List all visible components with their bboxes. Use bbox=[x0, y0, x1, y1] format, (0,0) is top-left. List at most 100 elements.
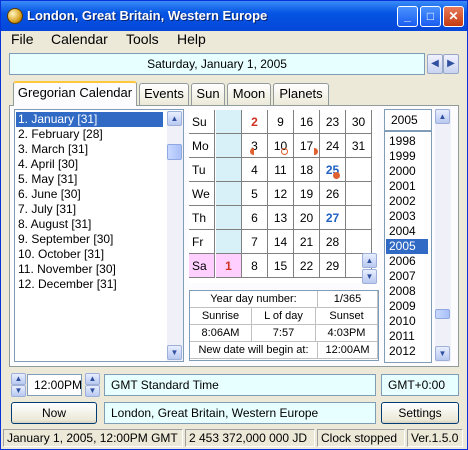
month-scrollbar[interactable]: ▲ ▼ bbox=[167, 111, 183, 361]
month-item[interactable]: 2. February [28] bbox=[16, 127, 163, 142]
scroll-up-icon[interactable]: ▲ bbox=[435, 109, 450, 124]
week-scroll-down-icon[interactable]: ▼ bbox=[362, 269, 377, 284]
day-cell[interactable]: 26 bbox=[320, 182, 346, 206]
scroll-thumb[interactable] bbox=[167, 144, 182, 160]
prev-date-button[interactable]: ◀ bbox=[427, 54, 443, 74]
year-item[interactable]: 2004 bbox=[386, 224, 428, 239]
length-of-day-label: L of day bbox=[252, 308, 316, 325]
day-cell[interactable]: 15 bbox=[268, 254, 294, 278]
month-item[interactable]: 3. March [31] bbox=[16, 142, 163, 157]
minute-down-icon[interactable]: ▼ bbox=[85, 385, 100, 397]
menu-file[interactable]: File bbox=[11, 31, 34, 48]
year-item[interactable]: 2009 bbox=[386, 299, 428, 314]
month-item[interactable]: 9. September [30] bbox=[16, 232, 163, 247]
menu-tools[interactable]: Tools bbox=[126, 31, 159, 48]
month-list[interactable]: 1. January [31] 2. February [28] 3. Marc… bbox=[14, 109, 184, 362]
year-item[interactable]: 2008 bbox=[386, 284, 428, 299]
day-cell[interactable]: 27 bbox=[320, 206, 346, 230]
day-cell[interactable]: 14 bbox=[268, 230, 294, 254]
day-cell[interactable]: 7 bbox=[242, 230, 268, 254]
month-item[interactable]: 7. July [31] bbox=[16, 202, 163, 217]
tab-gregorian-calendar[interactable]: Gregorian Calendar bbox=[13, 81, 137, 106]
day-cell[interactable]: 29 bbox=[320, 254, 346, 278]
year-item[interactable]: 2001 bbox=[386, 179, 428, 194]
tab-planets[interactable]: Planets bbox=[273, 83, 329, 105]
month-item[interactable]: 5. May [31] bbox=[16, 172, 163, 187]
tab-events[interactable]: Events bbox=[139, 83, 189, 105]
month-item[interactable]: 11. November [30] bbox=[16, 262, 163, 277]
year-list[interactable]: 1998 1999 2000 2001 2002 2003 2004 2005 2006 2007… bbox=[384, 131, 432, 363]
day-cell[interactable]: 10 bbox=[268, 134, 294, 158]
month-item[interactable]: 8. August [31] bbox=[16, 217, 163, 232]
day-cell[interactable]: 31 bbox=[346, 134, 372, 158]
year-item[interactable]: 2012 bbox=[386, 344, 428, 359]
month-item[interactable]: 10. October [31] bbox=[16, 247, 163, 262]
day-cell[interactable]: 6 bbox=[242, 206, 268, 230]
day-cell[interactable]: 21 bbox=[294, 230, 320, 254]
day-cell[interactable]: 20 bbox=[294, 206, 320, 230]
year-item[interactable]: 2005 bbox=[386, 239, 428, 254]
title-bar[interactable]: London, Great Britain, Western Europe _ … bbox=[1, 1, 467, 31]
empty-cell bbox=[216, 134, 242, 158]
settings-button[interactable]: Settings bbox=[381, 402, 459, 424]
weekday-label: Tu bbox=[189, 158, 215, 182]
menu-help[interactable]: Help bbox=[177, 31, 206, 48]
month-item[interactable]: 4. April [30] bbox=[16, 157, 163, 172]
day-cell[interactable]: 5 bbox=[242, 182, 268, 206]
day-cell[interactable]: 24 bbox=[320, 134, 346, 158]
year-item[interactable]: 1998 bbox=[386, 134, 428, 149]
year-item[interactable]: 2000 bbox=[386, 164, 428, 179]
year-item[interactable]: 2011 bbox=[386, 329, 428, 344]
day-cell[interactable]: 2 bbox=[242, 110, 268, 134]
day-cell[interactable]: 8 bbox=[242, 254, 268, 278]
day-cell[interactable]: 13 bbox=[268, 206, 294, 230]
day-cell[interactable]: 11 bbox=[268, 158, 294, 182]
hour-up-icon[interactable]: ▲ bbox=[11, 373, 26, 385]
maximize-button[interactable]: □ bbox=[420, 6, 441, 27]
time-input[interactable]: 12:00PM bbox=[27, 374, 82, 396]
year-item[interactable]: 2003 bbox=[386, 209, 428, 224]
day-cell[interactable]: 25 bbox=[320, 158, 346, 182]
day-cell[interactable]: 30 bbox=[346, 110, 372, 134]
minimize-button[interactable]: _ bbox=[397, 6, 418, 27]
month-item[interactable]: 1. January [31] bbox=[16, 112, 163, 127]
day-cell[interactable]: 16 bbox=[294, 110, 320, 134]
day-cell[interactable]: 19 bbox=[294, 182, 320, 206]
hour-down-icon[interactable]: ▼ bbox=[11, 385, 26, 397]
empty-cell bbox=[346, 230, 372, 254]
year-item[interactable]: 1999 bbox=[386, 149, 428, 164]
scroll-up-icon[interactable]: ▲ bbox=[167, 111, 182, 126]
day-cell[interactable]: 23 bbox=[320, 110, 346, 134]
sunrise-label: Sunrise bbox=[190, 308, 252, 325]
now-button[interactable]: Now bbox=[11, 402, 97, 424]
day-cell[interactable]: 22 bbox=[294, 254, 320, 278]
day-cell[interactable]: 3 bbox=[242, 134, 268, 158]
month-item[interactable]: 6. June [30] bbox=[16, 187, 163, 202]
location-field: London, Great Britain, Western Europe bbox=[104, 402, 376, 424]
year-item[interactable]: 2010 bbox=[386, 314, 428, 329]
year-scrollbar[interactable]: ▲ ▼ bbox=[435, 109, 451, 362]
day-cell[interactable]: 1 bbox=[216, 254, 242, 278]
day-cell[interactable]: 18 bbox=[294, 158, 320, 182]
globe-icon bbox=[7, 8, 23, 24]
scroll-down-icon[interactable]: ▼ bbox=[167, 345, 182, 360]
week-scroll-up-icon[interactable]: ▲ bbox=[362, 253, 377, 268]
tab-sun[interactable]: Sun bbox=[191, 83, 225, 105]
year-item[interactable]: 2002 bbox=[386, 194, 428, 209]
day-cell[interactable]: 9 bbox=[268, 110, 294, 134]
month-item[interactable]: 12. December [31] bbox=[16, 277, 163, 292]
year-item[interactable]: 2006 bbox=[386, 254, 428, 269]
close-button[interactable]: ✕ bbox=[443, 6, 464, 27]
minute-up-icon[interactable]: ▲ bbox=[85, 373, 100, 385]
day-cell[interactable]: 4 bbox=[242, 158, 268, 182]
next-date-button[interactable]: ▶ bbox=[443, 54, 459, 74]
year-item[interactable]: 2007 bbox=[386, 269, 428, 284]
tab-moon[interactable]: Moon bbox=[227, 83, 271, 105]
day-cell[interactable]: 28 bbox=[320, 230, 346, 254]
new-date-label: New date will begin at: bbox=[190, 342, 318, 359]
scroll-down-icon[interactable]: ▼ bbox=[435, 346, 450, 361]
scroll-thumb[interactable] bbox=[435, 309, 450, 319]
year-header: 2005 bbox=[384, 109, 432, 131]
day-cell[interactable]: 12 bbox=[268, 182, 294, 206]
menu-calendar[interactable]: Calendar bbox=[51, 31, 108, 48]
